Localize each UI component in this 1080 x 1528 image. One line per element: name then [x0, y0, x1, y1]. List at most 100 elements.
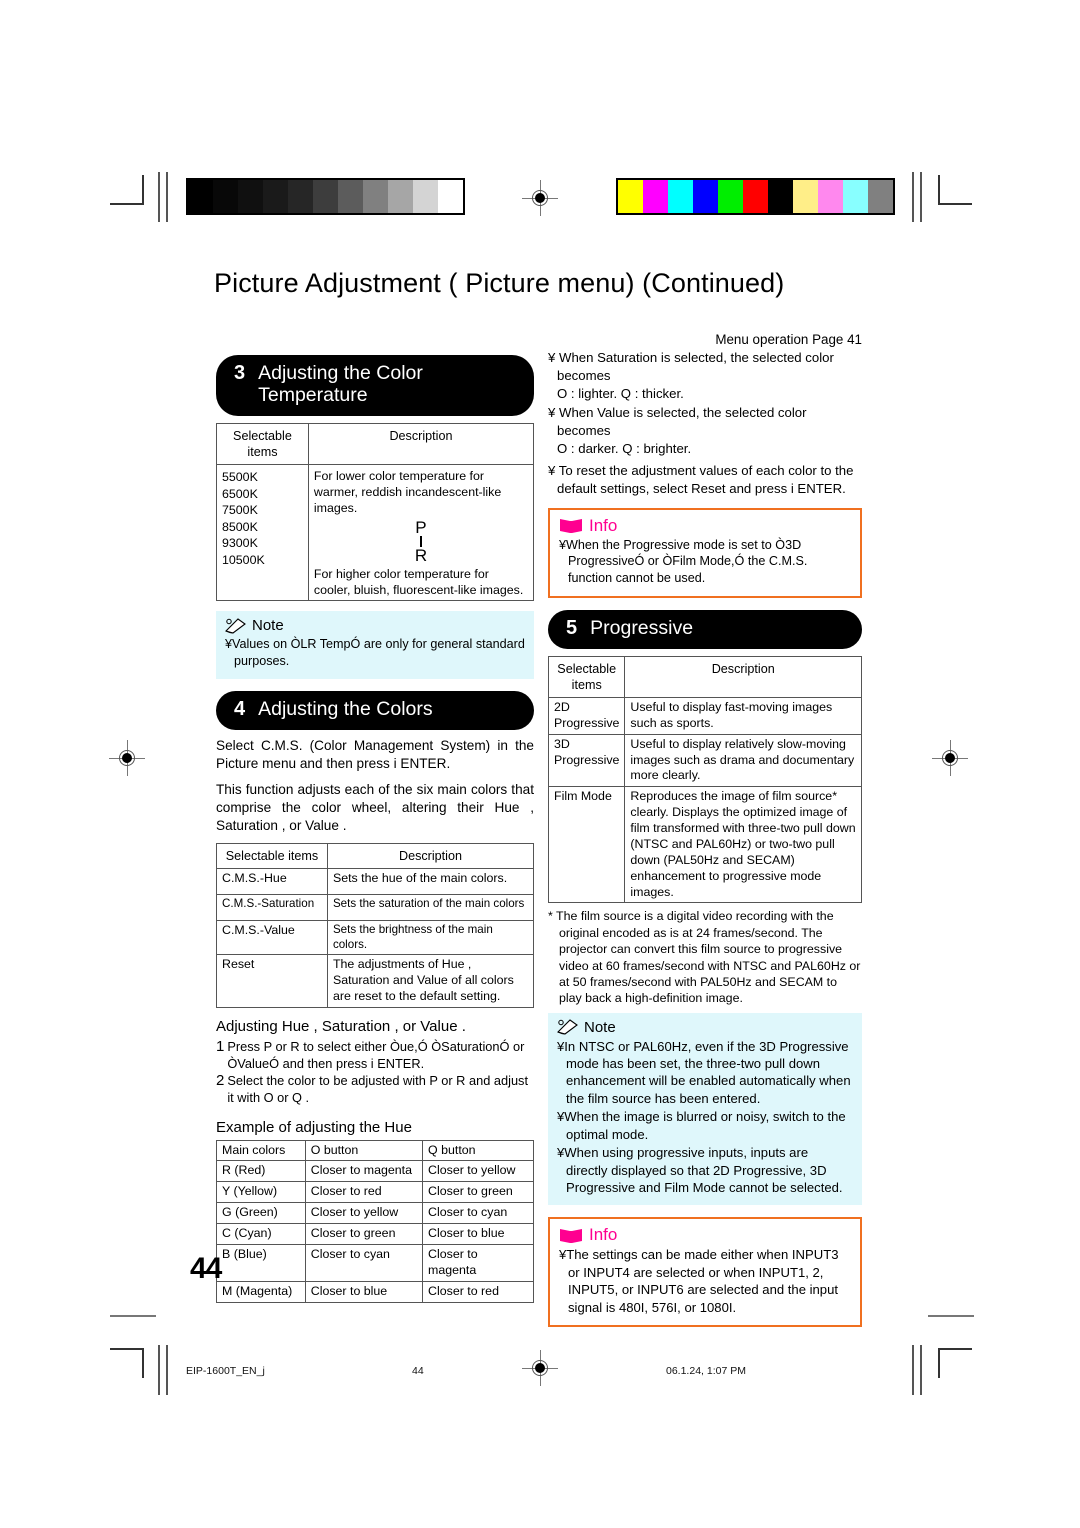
description-higher-temp: For higher color temperature for cooler,…	[313, 566, 524, 597]
cms-items-table: Selectable items Description C.M.S.-Hue …	[216, 842, 535, 1009]
footer-page-number: 44	[412, 1365, 424, 1377]
table-row: C.M.S.-Hue Sets the hue of the main colo…	[216, 867, 535, 895]
section-heading-color-temperature: 3 Adjusting the Color Temperature	[216, 355, 534, 416]
cell-color: B (Blue)	[216, 1243, 306, 1282]
col-header-q-button: Q button	[422, 1139, 534, 1162]
note-bullet: ¥Values on ÒLR TempÓ are only for genera…	[225, 637, 525, 669]
cell-color: C (Cyan)	[216, 1223, 306, 1245]
pencil-icon	[225, 618, 247, 634]
cell-description: Useful to display relatively slow-moving…	[624, 733, 862, 788]
crop-rule-bottom-right	[928, 1315, 974, 1317]
footer-timestamp: 06.1.24, 1:07 PM	[666, 1365, 746, 1377]
cell-o-result: Closer to blue	[304, 1280, 424, 1303]
crop-rule-bl-2	[166, 1345, 168, 1395]
section-number: 4	[234, 697, 246, 720]
section-title: Progressive	[590, 616, 694, 639]
cell-o-result: Closer to red	[304, 1181, 424, 1204]
step-text: Press P or R to select either Òue,Ó ÒSat…	[227, 1039, 525, 1071]
cell-color: R (Red)	[216, 1160, 306, 1183]
description-lower-temp: For lower color temperature for warmer, …	[313, 469, 502, 515]
book-icon	[559, 517, 583, 534]
subheading-example-hue: Example of adjusting the Hue	[216, 1118, 412, 1136]
bullet-reset: ¥ To reset the adjustment values of each…	[548, 463, 854, 496]
film-source-footnote: * The film source is a digital video rec…	[548, 909, 861, 1006]
note-body: ¥Values on ÒLR TempÓ are only for genera…	[225, 636, 525, 669]
cell-temperature-values: 5500K 6500K 7500K 8500K 9300K 10500K	[216, 464, 309, 602]
updown-arrow-indicator: P R	[314, 519, 528, 564]
table-row: G (Green) Closer to yellow Closer to cya…	[216, 1202, 534, 1225]
section-number: 3	[234, 362, 246, 384]
cell-q-result: Closer to green	[422, 1181, 534, 1204]
note-label: Note	[584, 1018, 616, 1036]
table-row: 3D Progressive Useful to display relativ…	[547, 733, 862, 788]
note-callout-progressive: Note ¥In NTSC or PAL60Hz, even if the 3D…	[548, 1012, 862, 1206]
progressive-table: Selectable items Description 2D Progress…	[547, 655, 862, 904]
cell-description: Sets the hue of the main colors.	[326, 867, 535, 895]
cell-color: G (Green)	[216, 1202, 306, 1225]
cell-color: Y (Yellow)	[216, 1181, 306, 1204]
section-title: Adjusting the Colors	[258, 698, 433, 721]
table-row: C.M.S.-Value Sets the brightness of the …	[216, 919, 535, 956]
right-column: Menu operation Page 41 ¥ When Saturation…	[547, 332, 862, 1339]
crop-rule-bl-1	[158, 1345, 160, 1395]
arrow-down-glyph: R	[414, 545, 428, 565]
col-header-description: Description	[326, 842, 535, 869]
cell-temperature-description: For lower color temperature for warmer, …	[307, 464, 535, 602]
bullet-value: ¥ When Value is selected, the selected c…	[548, 405, 807, 438]
table-row: Reset The adjustments of Hue , Saturatio…	[216, 954, 535, 1009]
info-header: Info	[559, 516, 851, 536]
paragraph-function-description: This function adjusts each of the six ma…	[216, 781, 534, 834]
section-title: Adjusting the Color Temperature	[258, 362, 423, 407]
note-header: Note	[557, 1019, 853, 1036]
info-label: Info	[589, 1225, 618, 1245]
step-number: 2	[216, 1072, 225, 1090]
color-temperature-table: Selectable items Description 5500K 6500K…	[216, 422, 535, 602]
cell-q-result: Closer to red	[422, 1280, 534, 1303]
cell-item: C.M.S.-Value	[216, 919, 328, 956]
table-row: 2D Progressive Useful to display fast-mo…	[547, 696, 862, 735]
step-text: Select the color to be adjusted with P o…	[227, 1073, 529, 1105]
cell-item: C.M.S.-Saturation	[216, 893, 328, 921]
cell-description: Sets the saturation of the main colors	[326, 893, 535, 921]
note-header: Note	[225, 617, 525, 634]
page-number: 44	[190, 1252, 222, 1285]
table-header-row: Main colors O button Q button	[216, 1139, 534, 1162]
cell-q-result: Closer to blue	[422, 1223, 534, 1245]
info-label: Info	[589, 515, 618, 535]
manual-page: Picture Adjustment ( Picture menu) (Cont…	[0, 0, 1080, 1528]
table-row: Film Mode Reproduces the image of film s…	[547, 786, 862, 904]
table-row: R (Red) Closer to magenta Closer to yell…	[216, 1160, 534, 1183]
cms-bullet-list: ¥ When Saturation is selected, the selec…	[548, 349, 862, 498]
hue-example-table: Main colors O button Q button R (Red) Cl…	[216, 1139, 534, 1303]
info-body: ¥When the Progressive mode is set to Ò3D…	[559, 537, 851, 587]
crop-rule-br-1	[912, 1345, 914, 1395]
cell-item: C.M.S.-Hue	[216, 867, 328, 895]
paragraph-select-cms: Select C.M.S. (Color Management System) …	[216, 737, 534, 772]
bullet-saturation: ¥ When Saturation is selected, the selec…	[548, 350, 834, 383]
col-header-selectable-items: Selectable items	[216, 842, 328, 869]
steps-list: 1 Press P or R to select either Òue,Ó ÒS…	[216, 1039, 534, 1107]
section-number: 5	[566, 616, 578, 639]
col-header-o-button: O button	[304, 1139, 424, 1162]
note-body: ¥In NTSC or PAL60Hz, even if the 3D Prog…	[557, 1038, 853, 1197]
pencil-icon	[557, 1019, 579, 1035]
note-bullet: ¥When the image is blurred or noisy, swi…	[557, 1109, 846, 1142]
info-bullet: ¥The settings can be made either when IN…	[559, 1247, 839, 1315]
crop-rule-br-2	[920, 1345, 922, 1395]
cell-o-result: Closer to green	[304, 1223, 424, 1245]
info-body: ¥The settings can be made either when IN…	[559, 1246, 851, 1316]
arrow-up-glyph: P	[415, 517, 427, 537]
crop-rule-bottom-left	[110, 1315, 156, 1317]
cell-o-result: Closer to cyan	[304, 1243, 424, 1282]
menu-operation-reference: Menu operation Page 41	[715, 332, 862, 347]
footer-file-name: EIP-1600T_EN_j	[186, 1365, 265, 1377]
col-header-selectable-items: Selectable items	[547, 655, 626, 698]
subheading-adjusting-hsv: Adjusting Hue , Saturation , or Value .	[216, 1018, 466, 1036]
cell-description: Useful to display fast-moving images suc…	[624, 696, 862, 735]
cell-color: M (Magenta)	[216, 1280, 306, 1303]
section-heading-progressive: 5 Progressive	[548, 609, 862, 649]
list-item: 2 Select the color to be adjusted with P…	[216, 1073, 534, 1106]
note-label: Note	[252, 617, 284, 635]
table-row: M (Magenta) Closer to blue Closer to red	[216, 1280, 534, 1303]
cell-o-result: Closer to yellow	[304, 1202, 424, 1225]
